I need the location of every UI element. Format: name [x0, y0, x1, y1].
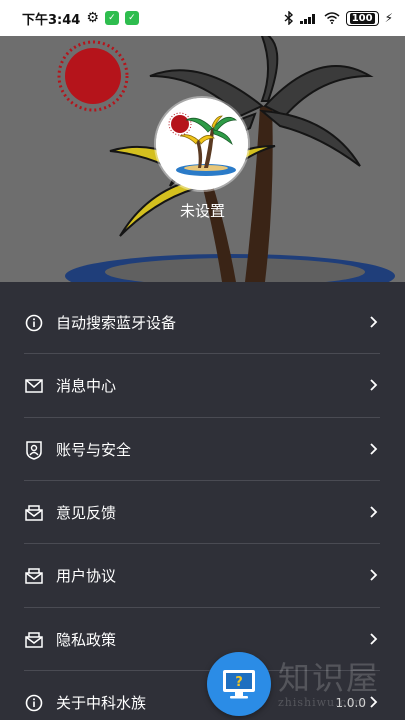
settings-gear-icon: ⚙ — [86, 10, 99, 26]
status-time: 下午3:44 — [22, 12, 81, 28]
menu-item-auto-search-bluetooth[interactable]: 自动搜索蓝牙设备 — [24, 291, 380, 354]
chevron-right-icon — [370, 633, 378, 645]
chevron-right-icon — [370, 443, 378, 455]
watermark-title: 知识屋 — [278, 659, 381, 697]
menu-item-message-center[interactable]: 消息中心 — [24, 354, 380, 417]
bluetooth-icon — [284, 11, 293, 25]
charging-icon: ⚡ — [384, 11, 393, 25]
status-right: 100 ⚡ — [284, 10, 393, 26]
help-monitor-icon: ? — [223, 670, 255, 699]
profile-header: 未设置 — [0, 36, 405, 282]
menu-item-label: 意见反馈 — [56, 504, 117, 522]
inbox-mail-icon — [24, 566, 44, 586]
chevron-right-icon — [370, 316, 378, 328]
menu-item-label: 账号与安全 — [56, 441, 132, 459]
inbox-mail-icon — [24, 503, 44, 523]
username-label[interactable]: 未设置 — [0, 200, 405, 221]
inbox-mail-icon — [24, 630, 44, 650]
menu-item-account-security[interactable]: 账号与安全 — [24, 418, 380, 481]
menu-item-label: 隐私政策 — [56, 631, 117, 649]
chevron-right-icon — [370, 379, 378, 391]
mail-icon — [24, 376, 44, 396]
settings-menu: 自动搜索蓝牙设备 消息中心 账号与安全 意见反馈 用户协议 隐私政策 关于中科水… — [0, 282, 405, 720]
menu-item-user-agreement[interactable]: 用户协议 — [24, 544, 380, 607]
chevron-right-icon — [370, 506, 378, 518]
app-notification-icon: ✓ — [124, 11, 139, 25]
signal-icon — [299, 14, 315, 24]
shield-user-icon — [24, 440, 44, 460]
battery-level: 100 — [349, 12, 375, 24]
watermark: 知识屋 zhishiwu.com — [278, 660, 403, 720]
avatar[interactable] — [156, 98, 248, 190]
help-glyph: ? — [235, 675, 243, 690]
app-notification-icon: ✓ — [104, 11, 119, 25]
menu-item-feedback[interactable]: 意见反馈 — [24, 481, 380, 544]
wifi-icon — [324, 12, 340, 24]
battery-icon: 100 — [345, 10, 379, 26]
status-left: 下午3:44 ⚙ ✓ ✓ — [22, 9, 139, 28]
help-button[interactable]: ? — [207, 652, 271, 716]
status-bar: 下午3:44 ⚙ ✓ ✓ 100 ⚡ — [0, 0, 405, 36]
menu-item-label: 用户协议 — [56, 567, 117, 585]
menu-item-label: 关于中科水族 — [56, 694, 147, 712]
menu-item-label: 消息中心 — [56, 377, 117, 395]
avatar-palm-image — [156, 98, 248, 190]
chevron-right-icon — [370, 569, 378, 581]
info-circle-icon — [24, 693, 44, 713]
watermark-url: zhishiwu.com — [278, 696, 366, 709]
menu-item-label: 自动搜索蓝牙设备 — [56, 314, 177, 332]
info-circle-icon — [24, 313, 44, 333]
